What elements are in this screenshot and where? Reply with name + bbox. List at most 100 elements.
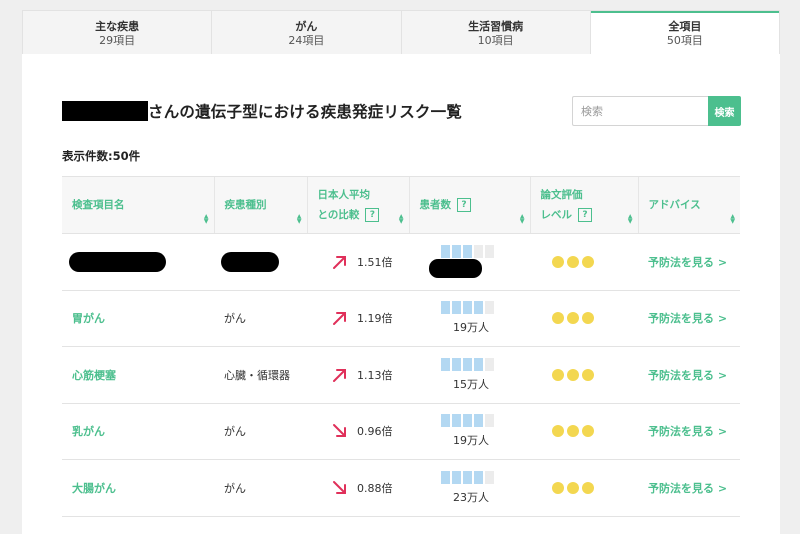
sort-icon: ▲ ▼ xyxy=(730,213,735,225)
category-text: がん xyxy=(224,425,246,439)
title-row: さんの遺伝子型における疾患発症リスク一覧 xyxy=(62,100,462,122)
table-row: 1.51倍 予防法を見る > xyxy=(62,233,740,291)
ratio-value: 0.96倍 xyxy=(357,425,393,439)
sort-icon: ▲ ▼ xyxy=(296,213,302,225)
patient-bar xyxy=(452,357,461,371)
advice-link[interactable]: 予防法を見る > xyxy=(648,312,727,325)
sort-icon: ▲ ▼ xyxy=(627,213,633,225)
tab-label: がん xyxy=(295,20,318,33)
cell-ratio: 1.51倍 xyxy=(307,233,409,291)
header-test-name[interactable]: 検査項目名 ▲ ▼ xyxy=(62,176,214,234)
trend-up-icon xyxy=(333,255,346,269)
cell-ratio: 0.88倍 xyxy=(307,459,409,517)
cell-name: 胃がん xyxy=(62,290,214,347)
patient-bar xyxy=(452,301,461,315)
cell-evaluation xyxy=(530,233,638,291)
evaluation-dot xyxy=(582,481,594,494)
evaluation-dot xyxy=(567,312,579,325)
sort-icon: ▲ ▼ xyxy=(519,213,525,225)
sort-icon: ▲ ▼ xyxy=(203,213,209,225)
cell-name: 乳がん xyxy=(62,403,214,460)
patient-bar xyxy=(452,245,461,259)
test-name-link[interactable]: 胃がん xyxy=(72,312,105,325)
redacted-username xyxy=(62,101,148,121)
patient-bar xyxy=(463,245,472,259)
trend-up-icon xyxy=(333,312,346,326)
tab-all-items[interactable]: 全項目 50項目 xyxy=(590,11,779,54)
redacted-patients xyxy=(429,259,482,279)
cell-category: がん xyxy=(214,290,307,347)
test-name-link[interactable]: 乳がん xyxy=(72,425,105,438)
cell-advice: 予防法を見る > xyxy=(638,290,740,347)
tab-cancer[interactable]: がん 24項目 xyxy=(212,11,402,54)
tab-label: 主な疾患 xyxy=(95,20,140,33)
patient-bar xyxy=(474,357,483,371)
table-row: 心筋梗塞 心臓・循環器 1.13倍 15万人 予防法を見る > xyxy=(62,346,740,404)
header-ratio[interactable]: 日本人平均 との比較? ▲ ▼ xyxy=(306,176,409,234)
advice-link[interactable]: 予防法を見る > xyxy=(648,369,727,382)
patient-bar xyxy=(474,301,483,315)
patient-bar xyxy=(485,301,494,315)
tab-label: 生活習慣病 xyxy=(468,20,524,33)
cell-category: がん xyxy=(214,459,307,517)
advice-link[interactable]: 予防法を見る > xyxy=(648,482,727,495)
evaluation-dot xyxy=(552,368,564,381)
patient-bar xyxy=(441,470,450,484)
category-tabs: 主な疾患 29項目 がん 24項目 生活習慣病 10項目 全項目 50項目 xyxy=(22,10,780,54)
header-advice[interactable]: アドバイス ▲ ▼ xyxy=(637,176,740,234)
cell-advice: 予防法を見る > xyxy=(638,346,740,404)
advice-link[interactable]: 予防法を見る > xyxy=(648,256,727,269)
evaluation-dots xyxy=(552,481,628,494)
tab-main-diseases[interactable]: 主な疾患 29項目 xyxy=(23,11,213,54)
evaluation-dots xyxy=(552,368,628,381)
help-icon[interactable]: ? xyxy=(578,208,592,222)
evaluation-dot xyxy=(552,481,564,494)
cell-category xyxy=(214,233,307,291)
help-icon[interactable]: ? xyxy=(365,208,380,222)
table-header-row: 検査項目名 ▲ ▼ 疾患種別 ▲ ▼ 日本人平均 との比較? ▲ ▼ 患者数? ▲ ▼ xyxy=(62,176,740,234)
header-patients[interactable]: 患者数? ▲ ▼ xyxy=(408,176,530,234)
evaluation-dot xyxy=(582,255,594,268)
help-icon[interactable]: ? xyxy=(457,198,471,212)
result-count: 表示件数:50件 xyxy=(62,149,141,163)
evaluation-dot xyxy=(552,312,564,325)
ratio-value: 1.51倍 xyxy=(357,255,393,269)
tab-lifestyle-diseases[interactable]: 生活習慣病 10項目 xyxy=(402,11,591,54)
header-label: レベル xyxy=(540,209,573,221)
test-name-link[interactable]: 大腸がん xyxy=(72,482,116,495)
patient-bar xyxy=(485,357,494,371)
category-text: がん xyxy=(224,312,246,326)
tab-count: 24項目 xyxy=(288,34,325,47)
search-box: 検索 xyxy=(572,96,741,126)
cell-evaluation xyxy=(530,403,638,460)
header-label: 日本人平均 xyxy=(317,189,371,201)
cell-patients: 19万人 xyxy=(409,403,530,460)
evaluation-dot xyxy=(552,255,564,268)
cell-patients: 15万人 xyxy=(409,346,530,404)
table-row: 乳がん がん 0.96倍 19万人 予防法を見る > xyxy=(62,403,740,460)
cell-name: 心筋梗塞 xyxy=(62,346,214,404)
cell-category: がん xyxy=(214,403,307,460)
patients-value: 19万人 xyxy=(453,434,489,448)
cell-ratio: 1.13倍 xyxy=(307,346,409,404)
header-category[interactable]: 疾患種別 ▲ ▼ xyxy=(213,176,307,234)
cell-patients: 23万人 xyxy=(409,459,530,517)
patient-bar xyxy=(463,357,472,371)
header-label: 疾患種別 xyxy=(224,199,267,211)
patient-bar xyxy=(441,301,450,315)
redacted-test-name xyxy=(69,251,166,272)
category-text: 心臓・循環器 xyxy=(224,368,290,382)
test-name-link[interactable]: 心筋梗塞 xyxy=(72,369,116,382)
header-evaluation[interactable]: 論文評価 レベル? ▲ ▼ xyxy=(529,176,638,234)
patient-bar xyxy=(452,470,461,484)
ratio-value: 0.88倍 xyxy=(357,481,393,495)
patient-bar xyxy=(441,357,450,371)
search-button[interactable]: 検索 xyxy=(708,96,741,126)
cell-advice: 予防法を見る > xyxy=(638,403,740,460)
advice-link[interactable]: 予防法を見る > xyxy=(648,425,727,438)
evaluation-dots xyxy=(552,425,628,438)
search-input[interactable] xyxy=(572,96,708,126)
patient-bars xyxy=(441,357,520,371)
header-label: との比較 xyxy=(317,209,360,221)
patient-bar xyxy=(441,245,450,259)
